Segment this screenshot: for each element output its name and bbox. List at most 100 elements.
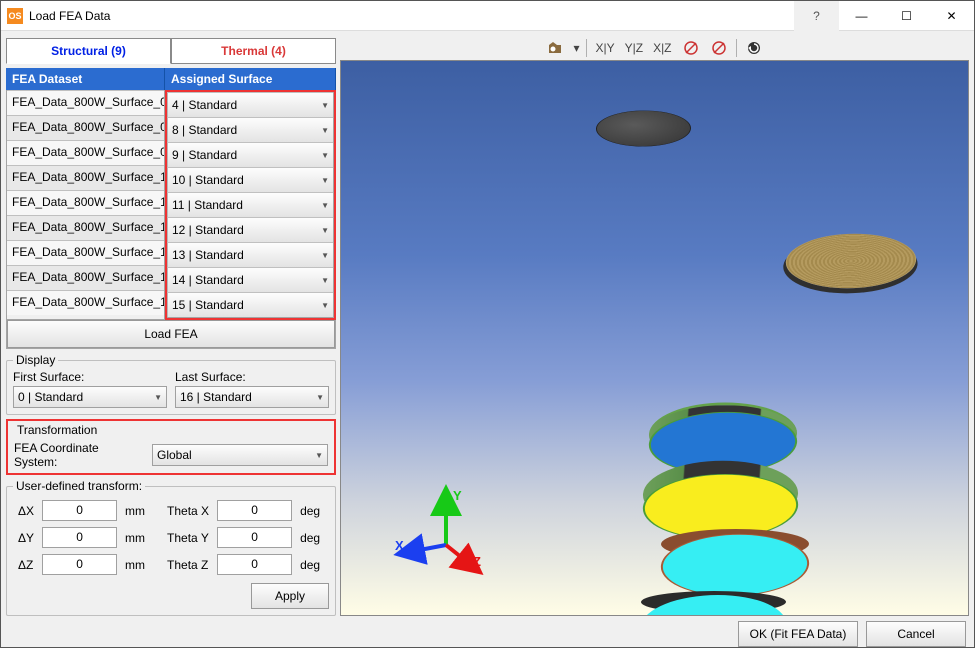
select-value: 12 | Standard (172, 223, 244, 237)
display-legend: Display (13, 353, 58, 367)
view-xy-button[interactable]: X|Y (591, 37, 618, 59)
last-surface-select[interactable]: 16 | Standard ▼ (175, 386, 329, 408)
select-value: Global (157, 448, 192, 462)
chevron-down-icon: ▼ (321, 151, 329, 160)
display-group: Display First Surface: 0 | Standard▼ Las… (6, 353, 336, 415)
chevron-down-icon: ▼ (321, 201, 329, 210)
axis-y-label: Y (453, 488, 462, 503)
surface-select[interactable]: 15 | Standard▼ (167, 293, 333, 317)
reset-view-icon[interactable] (741, 37, 767, 59)
column-header-dataset: FEA Dataset (6, 68, 165, 90)
chevron-down-icon: ▼ (321, 101, 329, 110)
surface-select[interactable]: 9 | Standard ▼ (167, 143, 333, 167)
view-yz-button[interactable]: Y|Z (621, 37, 647, 59)
viewport-surface (782, 234, 920, 289)
axis-x-label: X (395, 538, 404, 553)
coord-system-select[interactable]: Global ▼ (152, 444, 328, 466)
dataset-cell: FEA_Data_800W_Surface_04_D (7, 91, 164, 115)
first-surface-label: First Surface: (13, 370, 167, 384)
select-value: 14 | Standard (172, 273, 244, 287)
first-surface-select[interactable]: 0 | Standard▼ (13, 386, 167, 408)
window: OS Load FEA Data ? — ☐ ✕ Structural (9) … (0, 0, 975, 648)
surface-select[interactable]: 14 | Standard ▼ (167, 268, 333, 292)
thetaz-input[interactable]: 0 (217, 554, 292, 575)
dataset-cell: FEA_Data_800W_Surface_13_D (7, 241, 164, 265)
dataset-cell: FEA_Data_800W_Surface_08_D (7, 116, 164, 140)
dy-input[interactable]: 0 (42, 527, 117, 548)
thetay-label: Theta Y (164, 525, 212, 550)
dropdown-icon[interactable]: ▾ (570, 37, 582, 59)
chevron-down-icon: ▼ (316, 393, 324, 402)
select-value: 4 | Standard (172, 98, 237, 112)
mm-unit: mm (122, 498, 148, 523)
surface-select[interactable]: 10 | Standard▼ (167, 168, 333, 192)
axis-triad: Y X Z (401, 490, 481, 570)
dz-label: ΔZ (15, 552, 37, 577)
dy-label: ΔY (15, 525, 37, 550)
dx-input[interactable]: 0 (42, 500, 117, 521)
table-header: FEA Dataset Assigned Surface (6, 68, 336, 90)
left-pane: Structural (9) Thermal (4) FEA Dataset A… (6, 36, 336, 616)
thetax-input[interactable]: 0 (217, 500, 292, 521)
dataset-cell: FEA_Data_800W_Surface_10_D (7, 166, 164, 190)
thetaz-label: Theta Z (164, 552, 212, 577)
surface-select[interactable]: 4 | Standard ▼ (167, 93, 333, 117)
camera-icon[interactable] (542, 37, 568, 59)
help-button[interactable]: ? (794, 1, 839, 31)
dataset-cell: FEA_Data_800W_Surface_15_D (7, 291, 164, 315)
select-value: 16 | Standard (180, 390, 252, 404)
rotation-lock-icon[interactable] (678, 37, 704, 59)
dialog-footer: OK (Fit FEA Data) Cancel (1, 621, 974, 647)
mm-unit: mm (122, 525, 148, 550)
tab-thermal[interactable]: Thermal (4) (171, 38, 336, 64)
dx-label: ΔX (15, 498, 37, 523)
chevron-down-icon: ▼ (321, 301, 329, 310)
select-value: 11 | Standard (172, 198, 243, 212)
chevron-down-icon: ▼ (321, 251, 329, 260)
select-value: 8 | Standard (172, 123, 237, 137)
load-fea-button[interactable]: Load FEA (7, 320, 335, 348)
deg-unit: deg (297, 552, 323, 577)
close-button[interactable]: ✕ (929, 1, 974, 31)
titlebar: OS Load FEA Data ? — ☐ ✕ (1, 1, 974, 31)
cancel-button[interactable]: Cancel (866, 621, 966, 647)
apply-button[interactable]: Apply (251, 583, 329, 609)
ok-button[interactable]: OK (Fit FEA Data) (738, 621, 858, 647)
maximize-button[interactable]: ☐ (884, 1, 929, 31)
column-header-assigned-surface: Assigned Surface (165, 68, 336, 90)
chevron-down-icon: ▼ (321, 276, 329, 285)
dataset-cell: FEA_Data_800W_Surface_11_D (7, 191, 164, 215)
surface-select[interactable]: 13 | Standard ▼ (167, 243, 333, 267)
tab-structural[interactable]: Structural (9) (6, 38, 171, 64)
chevron-down-icon: ▼ (315, 451, 323, 460)
surface-select[interactable]: 8 | Standard▼ (167, 118, 333, 142)
udt-legend: User-defined transform: (13, 479, 145, 493)
dz-input[interactable]: 0 (42, 554, 117, 575)
window-title: Load FEA Data (29, 9, 110, 23)
coord-system-label: FEA Coordinate System: (14, 441, 144, 469)
axis-z-label: Z (473, 554, 481, 569)
surface-select[interactable]: 12 | Standard ▼ (167, 218, 333, 242)
transformation-group: Transformation FEA Coordinate System: Gl… (10, 423, 332, 471)
minimize-button[interactable]: — (839, 1, 884, 31)
pan-lock-icon[interactable] (706, 37, 732, 59)
select-value: 13 | Standard (172, 248, 244, 262)
thetay-input[interactable]: 0 (217, 527, 292, 548)
surface-select[interactable]: 11 | Standard ▼ (167, 193, 333, 217)
chevron-down-icon: ▼ (321, 226, 329, 235)
deg-unit: deg (297, 525, 323, 550)
dataset-cell: FEA_Data_800W_Surface_12_D (7, 216, 164, 240)
transformation-legend: Transformation (14, 423, 100, 437)
select-value: 9 | Standard (172, 148, 237, 162)
dataset-cell: FEA_Data_800W_Surface_14_D (7, 266, 164, 290)
select-value: 10 | Standard (172, 173, 244, 187)
last-surface-label: Last Surface: (175, 370, 329, 384)
thetax-label: Theta X (164, 498, 212, 523)
user-defined-transform-group: User-defined transform: ΔX 0 mm Theta X … (6, 479, 336, 616)
viewport-surface (595, 110, 692, 146)
view-xz-button[interactable]: X|Z (649, 37, 675, 59)
app-icon: OS (7, 8, 23, 24)
mm-unit: mm (122, 552, 148, 577)
viewport-3d[interactable]: Y X Z (340, 60, 969, 616)
viewport-toolbar: ▾ X|Y Y|Z X|Z (340, 36, 969, 60)
